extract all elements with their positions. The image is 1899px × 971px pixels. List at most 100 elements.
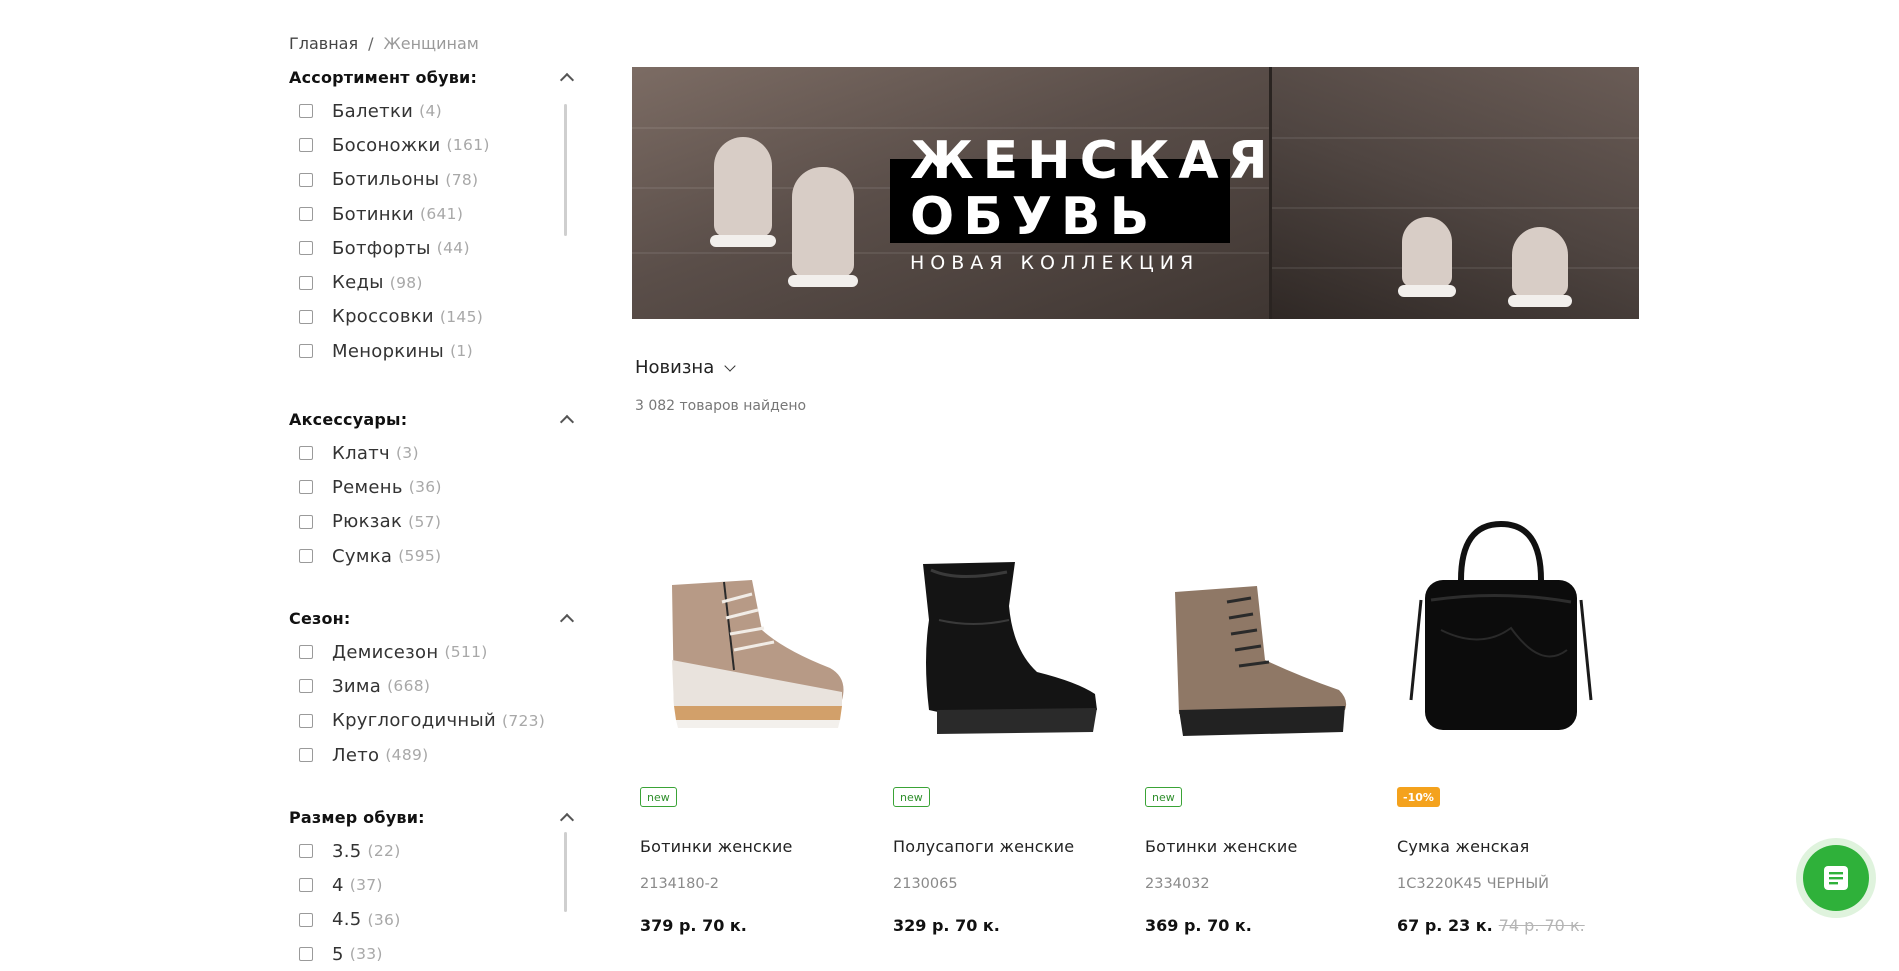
filter-option[interactable]: 4 (37) — [289, 868, 579, 902]
product-price: 379 р. 70 к. — [640, 916, 747, 935]
chat-button[interactable] — [1796, 838, 1876, 918]
checkbox[interactable] — [299, 713, 313, 728]
filter-option[interactable]: Круглогодичный (723) — [289, 704, 579, 738]
checkbox[interactable] — [299, 344, 313, 359]
checkbox[interactable] — [299, 207, 313, 222]
product-title[interactable]: Сумка женская — [1397, 837, 1529, 856]
filter-group-title: Ассортимент обуви: — [289, 67, 478, 87]
filter-option-label: Лето — [332, 744, 380, 766]
filter-option-label: Балетки — [332, 100, 414, 122]
sort-dropdown[interactable]: Новизна — [635, 357, 736, 378]
breadcrumb-home[interactable]: Главная — [289, 34, 358, 53]
filter-group-header[interactable]: Размер обуви: — [289, 800, 579, 834]
promo-banner[interactable]: ЖЕНСКАЯ ОБУВЬ НОВАЯ КОЛЛЕКЦИЯ — [632, 67, 1639, 319]
checkbox[interactable] — [299, 844, 313, 859]
chevron-up-icon[interactable] — [559, 810, 573, 824]
filter-option-count: (98) — [389, 273, 423, 292]
checkbox[interactable] — [299, 104, 313, 119]
filter-group-header[interactable]: Сезон: — [289, 601, 579, 635]
checkbox[interactable] — [299, 947, 313, 962]
filter-option-label: Меноркины — [332, 340, 445, 362]
filter-scrollbar[interactable] — [564, 104, 567, 236]
filter-option-count: (511) — [444, 643, 488, 662]
filter-option[interactable]: Клатч (3) — [289, 436, 579, 470]
filter-option-label: Зима — [332, 675, 382, 697]
checkbox[interactable] — [299, 878, 313, 893]
checkbox[interactable] — [299, 446, 313, 461]
chevron-up-icon[interactable] — [559, 611, 573, 625]
product-title[interactable]: Полусапоги женские — [893, 837, 1074, 856]
sort-label: Новизна — [635, 357, 715, 378]
filter-option[interactable]: 3.5 (22) — [289, 834, 579, 868]
chevron-up-icon[interactable] — [559, 70, 573, 84]
banner-boot-shape — [710, 137, 776, 247]
filter-option-count: (37) — [349, 876, 383, 895]
filter-option[interactable]: Балетки (4) — [289, 94, 579, 128]
filter-option-label: Клатч — [332, 442, 390, 464]
filter-scrollbar[interactable] — [564, 832, 567, 912]
checkbox[interactable] — [299, 138, 313, 153]
chevron-up-icon[interactable] — [559, 412, 573, 426]
checkbox[interactable] — [299, 748, 313, 763]
filter-option[interactable]: Босоножки (161) — [289, 128, 579, 162]
chat-button-inner[interactable] — [1803, 845, 1869, 911]
product-sku: 2334032 — [1145, 876, 1210, 892]
checkbox[interactable] — [299, 275, 313, 290]
filter-option-count: (33) — [349, 945, 383, 964]
checkbox[interactable] — [299, 241, 313, 256]
banner-title-line2: ОБУВЬ — [910, 187, 1159, 247]
banner-boot-shape — [1508, 227, 1572, 307]
filter-option[interactable]: Ботфорты (44) — [289, 231, 579, 265]
badge-new: new — [893, 787, 930, 807]
filter-group-shoe-types: Ассортимент обуви: Балетки (4) Босоножки(… — [289, 60, 579, 362]
filter-option[interactable]: Ботинки (641) — [289, 197, 579, 231]
filter-option[interactable]: Рюкзак (57) — [289, 505, 579, 539]
filter-option[interactable]: Кроссовки (145) — [289, 300, 579, 334]
filter-group-shoe-size: Размер обуви: 3.5 (22) 4 (37) 4.5 (36) 5 (33… — [289, 800, 579, 971]
filter-option-label: 5 — [332, 943, 344, 965]
checkbox[interactable] — [299, 912, 313, 927]
filter-group-header[interactable]: Ассортимент обуви: — [289, 60, 579, 94]
checkbox[interactable] — [299, 514, 313, 529]
filter-option-count: (36) — [408, 478, 442, 497]
checkbox[interactable] — [299, 679, 313, 694]
checkbox[interactable] — [299, 645, 313, 660]
filter-option-label: Ботильоны — [332, 169, 440, 191]
filter-option[interactable]: Лето (489) — [289, 738, 579, 772]
badge-discount: -10% — [1397, 787, 1440, 807]
filter-option[interactable]: Ботильоны (78) — [289, 163, 579, 197]
filter-option[interactable]: Демисезон (511) — [289, 635, 579, 669]
product-sku: 2130065 — [893, 876, 958, 892]
product-price: 67 р. 23 к. 74 р. 70 к. — [1397, 916, 1585, 935]
banner-boot-shape — [1398, 217, 1456, 297]
filter-group-title: Сезон: — [289, 608, 351, 628]
product-image[interactable] — [887, 510, 1107, 750]
checkbox[interactable] — [299, 172, 313, 187]
filter-option-count: (44) — [436, 239, 470, 258]
product-title[interactable]: Ботинки женские — [640, 837, 793, 856]
filter-option[interactable]: Сумка (595) — [289, 539, 579, 573]
badge-new: new — [640, 787, 677, 807]
product-image[interactable] — [1391, 510, 1611, 750]
product-image[interactable] — [1139, 510, 1359, 750]
checkbox[interactable] — [299, 549, 313, 564]
filter-option[interactable]: Ремень (36) — [289, 470, 579, 504]
filter-group-header[interactable]: Аксессуары: — [289, 402, 579, 436]
banner-divider — [1269, 67, 1272, 319]
filter-option-label: Ботинки — [332, 203, 414, 225]
badge-new: new — [1145, 787, 1182, 807]
filter-option[interactable]: Меноркины (1) — [289, 334, 579, 368]
filter-option[interactable]: Кеды (98) — [289, 265, 579, 299]
filter-option[interactable]: Зима (668) — [289, 669, 579, 703]
checkbox[interactable] — [299, 309, 313, 324]
filter-option-label: Босоножки — [332, 134, 441, 156]
checkbox[interactable] — [299, 480, 313, 495]
product-title[interactable]: Ботинки женские — [1145, 837, 1298, 856]
filter-option-label: Рюкзак — [332, 511, 403, 533]
filter-option-count: (723) — [501, 711, 546, 730]
filter-option-count: (1) — [450, 342, 473, 361]
filter-option-label: Ботфорты — [332, 237, 431, 259]
filter-option[interactable]: 4.5 (36) — [289, 903, 579, 937]
product-image[interactable] — [634, 510, 854, 750]
filter-option-count: (36) — [367, 910, 401, 929]
